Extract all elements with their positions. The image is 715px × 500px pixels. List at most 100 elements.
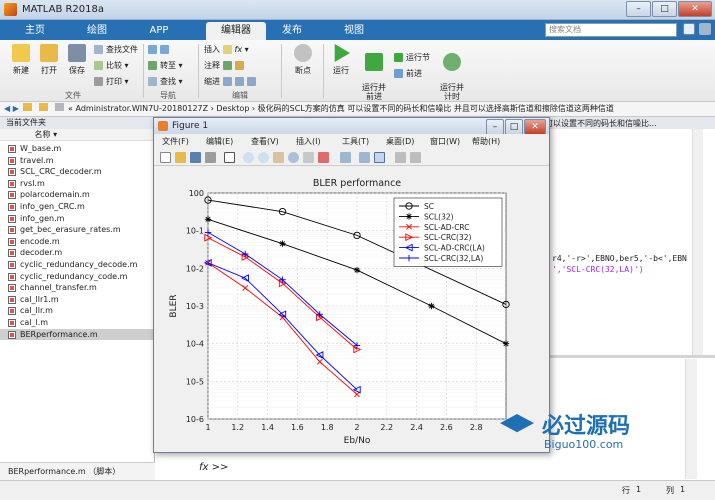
file-item[interactable]: travel.m (0, 155, 155, 167)
bler-chart[interactable]: 1 1.2 1.4 1.6 1.8 2 2.2 2.4 2.6 2.8 100 10-1 10-2 10-… (154, 166, 549, 452)
current-path[interactable]: « Administrator.WIN7U-20180127Z › Deskto… (68, 104, 614, 113)
figure-menu-item[interactable]: 窗口(W) (430, 136, 460, 147)
comment-percent-icon (222, 61, 232, 70)
comment-button[interactable]: 注释 (204, 60, 247, 71)
file-item[interactable]: cyclic_redundancy_code.m (0, 271, 155, 283)
address-bar[interactable]: ◀ ▶ « Administrator.WIN7U-20180127Z › De… (0, 102, 715, 117)
up-folder-icon[interactable] (38, 103, 48, 111)
zoom-out-icon[interactable] (258, 152, 269, 163)
new-button[interactable]: 新建 (8, 44, 34, 76)
figure-window[interactable]: Figure 1 – □ ✕ 文件(F) 编辑(E) 查看(V) 插入(I) 工具(T)… (153, 117, 550, 453)
file-name: encode.m (20, 236, 60, 246)
insert-button[interactable]: 插入 fx ▾ (204, 44, 249, 55)
close-button[interactable]: ✕ (678, 1, 712, 17)
find-icon (148, 77, 157, 86)
data-cursor-icon[interactable] (303, 152, 314, 163)
insert-legend-icon[interactable] (374, 152, 385, 163)
file-item[interactable]: info_gen.m (0, 213, 155, 225)
zoom-in-icon[interactable] (243, 152, 254, 163)
file-item[interactable]: SCL_CRC_decoder.m (0, 166, 155, 178)
file-item[interactable]: polarcodemain.m (0, 189, 155, 201)
figure-minimize-button[interactable]: – (486, 119, 504, 135)
open-button[interactable]: 打开 (36, 44, 62, 76)
file-item[interactable]: cal_llr.m (0, 305, 155, 317)
figure-menu-item[interactable]: 桌面(D) (386, 136, 414, 147)
run-section-button[interactable]: 运行节 (394, 52, 430, 63)
watermark-url: Biguo100.com (544, 438, 624, 451)
name-column-header[interactable]: 名称 ▾ (0, 129, 155, 141)
figure-menu-item[interactable]: 帮助(H) (472, 136, 500, 147)
m-file-icon (8, 284, 16, 293)
save-label: 保存 (69, 66, 85, 75)
tab-publish[interactable]: 发布 (266, 22, 318, 40)
print-figure-icon[interactable] (205, 152, 216, 163)
tab-home[interactable]: 主页 (10, 22, 60, 40)
goto-button[interactable]: 转至 ▾ (148, 60, 183, 71)
find-button[interactable]: 查找 ▾ (148, 76, 183, 87)
run-and-time-button[interactable]: 运行并 计时 (436, 44, 468, 110)
figure-menu-item[interactable]: 工具(T) (342, 136, 369, 147)
hide-plot-tools-icon[interactable] (395, 152, 406, 163)
back-arrow-icon[interactable]: ◀ (4, 104, 10, 113)
tab-editor[interactable]: 编辑器 (206, 22, 266, 40)
breakpoints-button[interactable]: 断点 (288, 44, 318, 76)
fx-icon[interactable]: fx (235, 45, 243, 54)
show-plot-tools-icon[interactable] (410, 152, 421, 163)
find-files-button[interactable]: 查找文件 (94, 44, 138, 55)
file-item[interactable]: cyclic_redundancy_decode.m (0, 259, 155, 271)
save-button[interactable]: 保存 (64, 44, 90, 76)
figure-menu-item[interactable]: 插入(I) (296, 136, 321, 147)
indent-button[interactable]: 缩进 (204, 76, 259, 87)
figure-maximize-button[interactable]: □ (505, 119, 523, 135)
collapse-ribbon-icon[interactable] (699, 23, 711, 35)
editor-tab[interactable]: 可以设置不同的码长和信噪比... (545, 118, 705, 129)
advance-button[interactable]: 前进 (394, 68, 422, 79)
browse-folder-icon[interactable] (54, 103, 64, 111)
indent-label: 缩进 (204, 77, 220, 86)
back-forward-buttons[interactable] (148, 44, 172, 55)
file-item[interactable]: W_base.m (0, 143, 155, 155)
open-file-icon[interactable] (175, 152, 186, 163)
figure-close-button[interactable]: ✕ (524, 119, 546, 135)
editor-scrollbar[interactable] (692, 129, 703, 355)
maximize-button[interactable]: □ (652, 1, 677, 17)
forward-arrow-icon[interactable]: ▶ (13, 104, 19, 113)
edit-plot-icon[interactable] (224, 152, 235, 163)
x-tick-label: 1.8 (321, 423, 334, 432)
file-item[interactable]: get_bec_erasure_rates.m (0, 224, 155, 236)
compare-button[interactable]: 比较 ▾ (94, 60, 129, 71)
print-button[interactable]: 打印 ▾ (94, 76, 129, 87)
file-item[interactable]: cal_l.m (0, 317, 155, 329)
file-item[interactable]: decoder.m (0, 247, 155, 259)
new-figure-icon[interactable] (160, 152, 171, 163)
run-advance-button[interactable]: 运行并 前进 (358, 44, 390, 110)
help-icon[interactable] (683, 23, 695, 35)
save-figure-icon[interactable] (190, 152, 201, 163)
data-point[interactable] (204, 216, 212, 223)
file-item[interactable]: rvsl.m (0, 178, 155, 190)
insert-colorbar-icon[interactable] (359, 152, 370, 163)
run-button[interactable]: 运行 (328, 44, 354, 76)
rotate-3d-icon[interactable] (288, 152, 299, 163)
tab-plots[interactable]: 绘图 (72, 22, 122, 40)
file-item[interactable]: BERperformance.m (0, 328, 155, 341)
figure-title-bar[interactable]: Figure 1 – □ ✕ (154, 118, 549, 135)
file-item[interactable]: encode.m (0, 236, 155, 248)
search-documentation-input[interactable]: 搜索文档 (545, 23, 677, 37)
file-item[interactable]: cal_llr1.m (0, 294, 155, 306)
print-icon (94, 77, 103, 86)
figure-menu-item[interactable]: 查看(V) (251, 136, 279, 147)
figure-menu-item[interactable]: 文件(F) (162, 136, 189, 147)
link-plot-icon[interactable] (340, 152, 351, 163)
file-item[interactable]: channel_transfer.m (0, 282, 155, 294)
folder-icon[interactable] (23, 103, 33, 111)
edit-group-label: 编辑 (232, 91, 248, 100)
brush-icon[interactable] (318, 152, 329, 163)
pan-icon[interactable] (273, 152, 284, 163)
tab-apps[interactable]: APP (134, 22, 184, 40)
command-prompt[interactable]: fx >> (199, 462, 228, 473)
figure-menu-item[interactable]: 编辑(E) (206, 136, 233, 147)
file-item[interactable]: info_gen_CRC.m (0, 201, 155, 213)
minimize-button[interactable]: – (626, 1, 651, 17)
tab-view[interactable]: 视图 (328, 22, 380, 40)
